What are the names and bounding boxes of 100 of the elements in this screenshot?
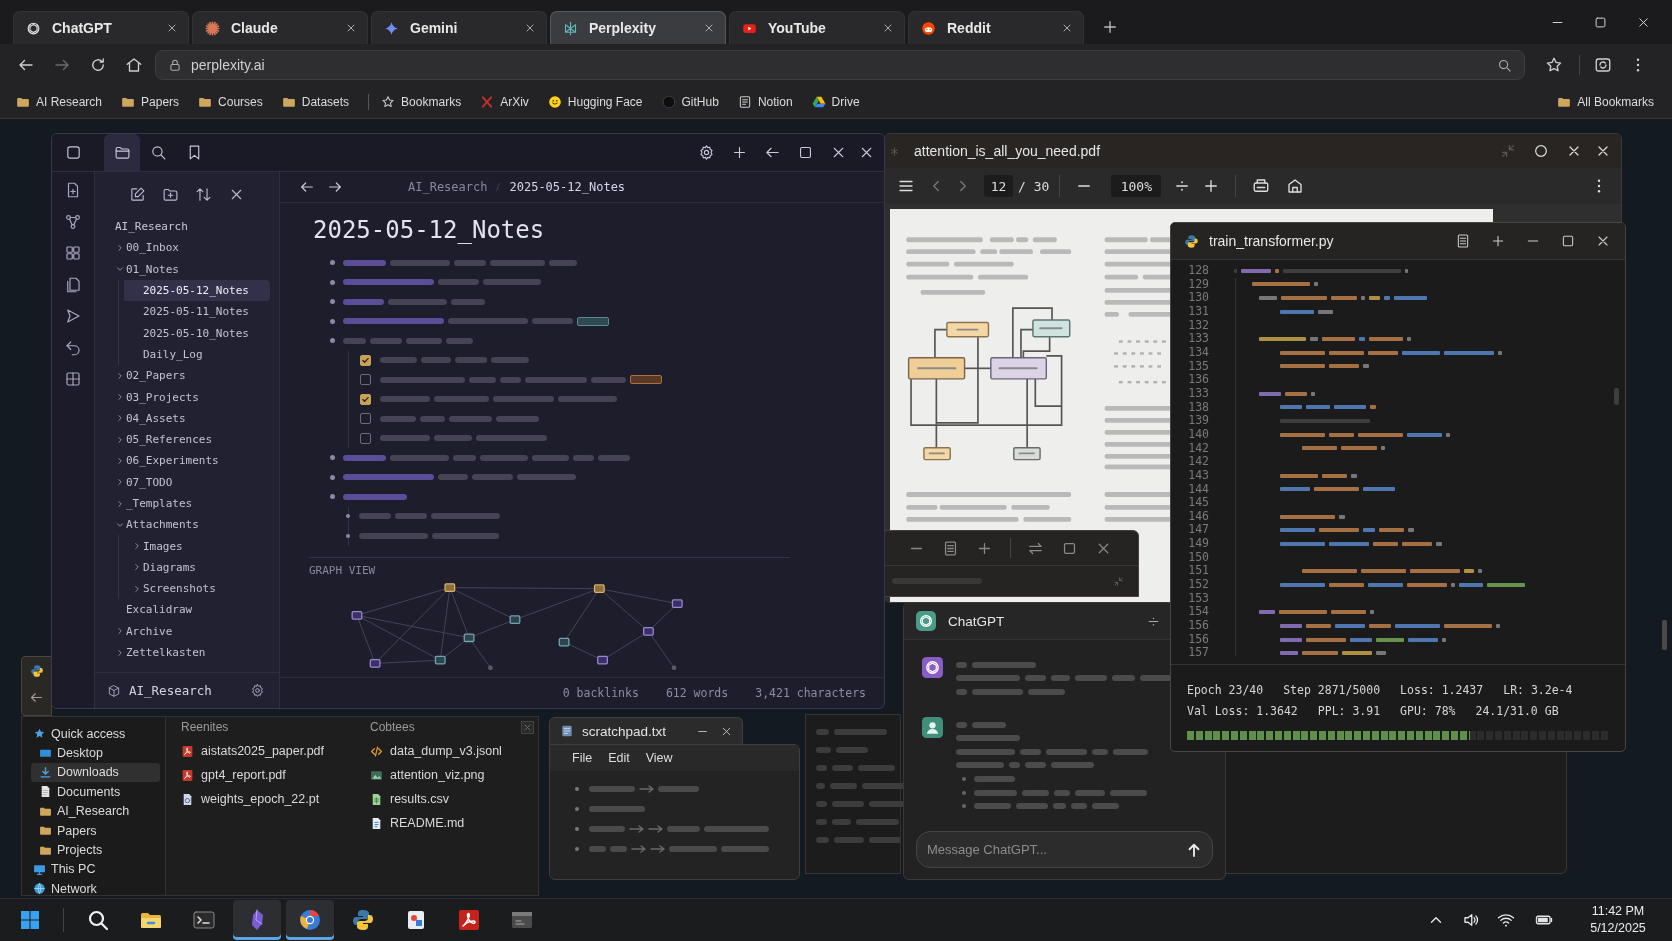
chevron-right-icon[interactable] (115, 242, 125, 253)
sync-icon[interactable] (1594, 56, 1612, 74)
graph-node[interactable] (463, 632, 475, 642)
square-icon[interactable] (65, 144, 82, 161)
bookmark-link[interactable]: Notion (737, 95, 793, 109)
browser-tab[interactable]: Claude (192, 11, 368, 44)
checkbox[interactable] (360, 374, 371, 386)
circle-icon[interactable] (1533, 143, 1549, 159)
breadcrumb-current[interactable]: 2025-05-12_Notes (509, 180, 626, 194)
sidebar-tab[interactable] (104, 134, 140, 171)
tree-item[interactable]: 07_TODO (107, 471, 270, 493)
four-squares-icon[interactable] (64, 244, 82, 262)
tree-item[interactable]: Archive (107, 620, 270, 642)
forward-icon[interactable] (327, 179, 343, 195)
wifi-icon[interactable] (1497, 911, 1515, 929)
chevron-right-icon[interactable] (115, 477, 125, 488)
tree-item[interactable]: _Templates (107, 492, 270, 515)
chevron-right-icon[interactable] (132, 541, 142, 552)
graph-node[interactable] (593, 583, 605, 593)
browser-tab[interactable]: YouTube (729, 11, 905, 44)
close-icon[interactable] (524, 22, 536, 34)
nav-item[interactable]: AI_Research (31, 801, 160, 821)
nav-item[interactable]: Quick access (31, 724, 160, 744)
explorer-entry[interactable]: results.csv (370, 787, 450, 811)
maximize-icon[interactable] (797, 144, 814, 161)
tree-item[interactable]: Diagrams (118, 556, 270, 579)
graph-node[interactable] (558, 637, 570, 646)
tree-item[interactable]: Zettelkasten (107, 641, 270, 664)
bookmark-link[interactable]: Hugging Face (547, 95, 643, 109)
vault-switcher[interactable]: AI_Research (107, 683, 212, 698)
document-icon[interactable] (1455, 233, 1471, 249)
house-icon[interactable] (1286, 177, 1305, 195)
bookmark-link[interactable]: GitHub (661, 95, 719, 109)
tree-item[interactable]: 00_Inbox (107, 237, 270, 259)
message-field[interactable]: Message ChatGPT... (916, 831, 1213, 868)
maximize-icon[interactable] (1560, 233, 1576, 249)
maximize-icon[interactable] (1593, 14, 1608, 30)
explorer-entry[interactable]: weights_epoch_22.pt (181, 787, 320, 811)
plus-icon[interactable] (731, 144, 748, 161)
scrollbar[interactable] (1614, 388, 1619, 405)
checkbox[interactable] (360, 413, 371, 425)
tree-item[interactable]: Images (118, 535, 270, 557)
table-icon[interactable] (64, 370, 82, 388)
chevron-right-icon[interactable] (115, 434, 125, 445)
chevron-right-icon[interactable] (115, 413, 125, 424)
settings-icon[interactable] (250, 683, 265, 698)
reload-icon[interactable] (89, 56, 107, 74)
chevron-right-icon[interactable] (115, 370, 125, 381)
bookmark-folder[interactable]: Courses (198, 95, 263, 109)
chevron-right-icon[interactable] (115, 626, 125, 637)
back-icon[interactable] (299, 179, 315, 195)
plus-icon[interactable] (1101, 18, 1119, 36)
scrollbar[interactable] (1662, 620, 1667, 650)
search-icon[interactable] (1497, 57, 1512, 73)
address-bar[interactable]: perplexity.ai (155, 50, 1525, 80)
tree-item[interactable]: 04_Assets (107, 407, 270, 429)
close-icon[interactable] (1061, 22, 1073, 34)
close-icon[interactable] (166, 22, 178, 34)
chevron-right-icon[interactable] (115, 392, 125, 402)
graph-node[interactable] (597, 655, 608, 665)
chevron-right-icon[interactable] (115, 647, 125, 658)
graph-node[interactable] (643, 626, 654, 636)
curved-arrow-icon[interactable] (64, 338, 82, 357)
explorer-entry[interactable]: gpt4_report.pdf (181, 763, 286, 787)
menu-item[interactable]: View (645, 751, 673, 765)
menu-item[interactable]: File (572, 751, 593, 765)
bookmark-folder[interactable]: All Bookmarks (1557, 95, 1654, 109)
speaker-icon[interactable] (1462, 911, 1480, 929)
chevron-right-icon[interactable] (132, 562, 142, 573)
back-icon[interactable] (29, 690, 44, 705)
nav-item[interactable]: Network (31, 879, 160, 898)
printer-icon[interactable] (1252, 177, 1271, 195)
graph-node[interactable] (671, 664, 677, 670)
graph-node[interactable] (351, 610, 363, 620)
graph-node[interactable] (488, 664, 493, 670)
chevron-right-icon[interactable] (132, 583, 142, 594)
snake-icon[interactable] (29, 664, 44, 678)
tree-item[interactable]: Excalidraw (107, 599, 270, 621)
up-down-arrows-icon[interactable] (195, 185, 212, 203)
explorer-entry[interactable]: README.md (370, 811, 465, 835)
browser-tab[interactable]: Perplexity (550, 11, 726, 44)
tree-item[interactable]: 2025-05-12_Notes (118, 279, 270, 302)
page-field[interactable]: 12 (984, 175, 1013, 197)
tree-item[interactable]: 02_Papers (107, 365, 270, 387)
browser-tab[interactable]: ChatGPT (13, 11, 189, 44)
nav-item[interactable]: Documents (31, 782, 160, 802)
graph-node[interactable] (434, 655, 446, 665)
bookmark-link[interactable]: Bookmarks (381, 95, 462, 109)
bookmark-folder[interactable]: Datasets (281, 95, 350, 109)
checkbox[interactable] (360, 393, 371, 405)
breadcrumb-link[interactable]: AI_Research (408, 180, 488, 194)
graph-node[interactable] (369, 658, 381, 668)
checkbox[interactable] (360, 354, 371, 366)
bookmark-link[interactable]: Drive (811, 95, 860, 109)
tree-item[interactable]: 03_Projects (107, 386, 270, 408)
bookmark-link[interactable]: ArXiv (480, 95, 529, 109)
browser-tab[interactable]: Reddit (908, 11, 1084, 44)
graph-node[interactable] (671, 598, 683, 608)
tree-item[interactable]: 05_References (107, 428, 270, 451)
home-icon[interactable] (125, 56, 143, 74)
